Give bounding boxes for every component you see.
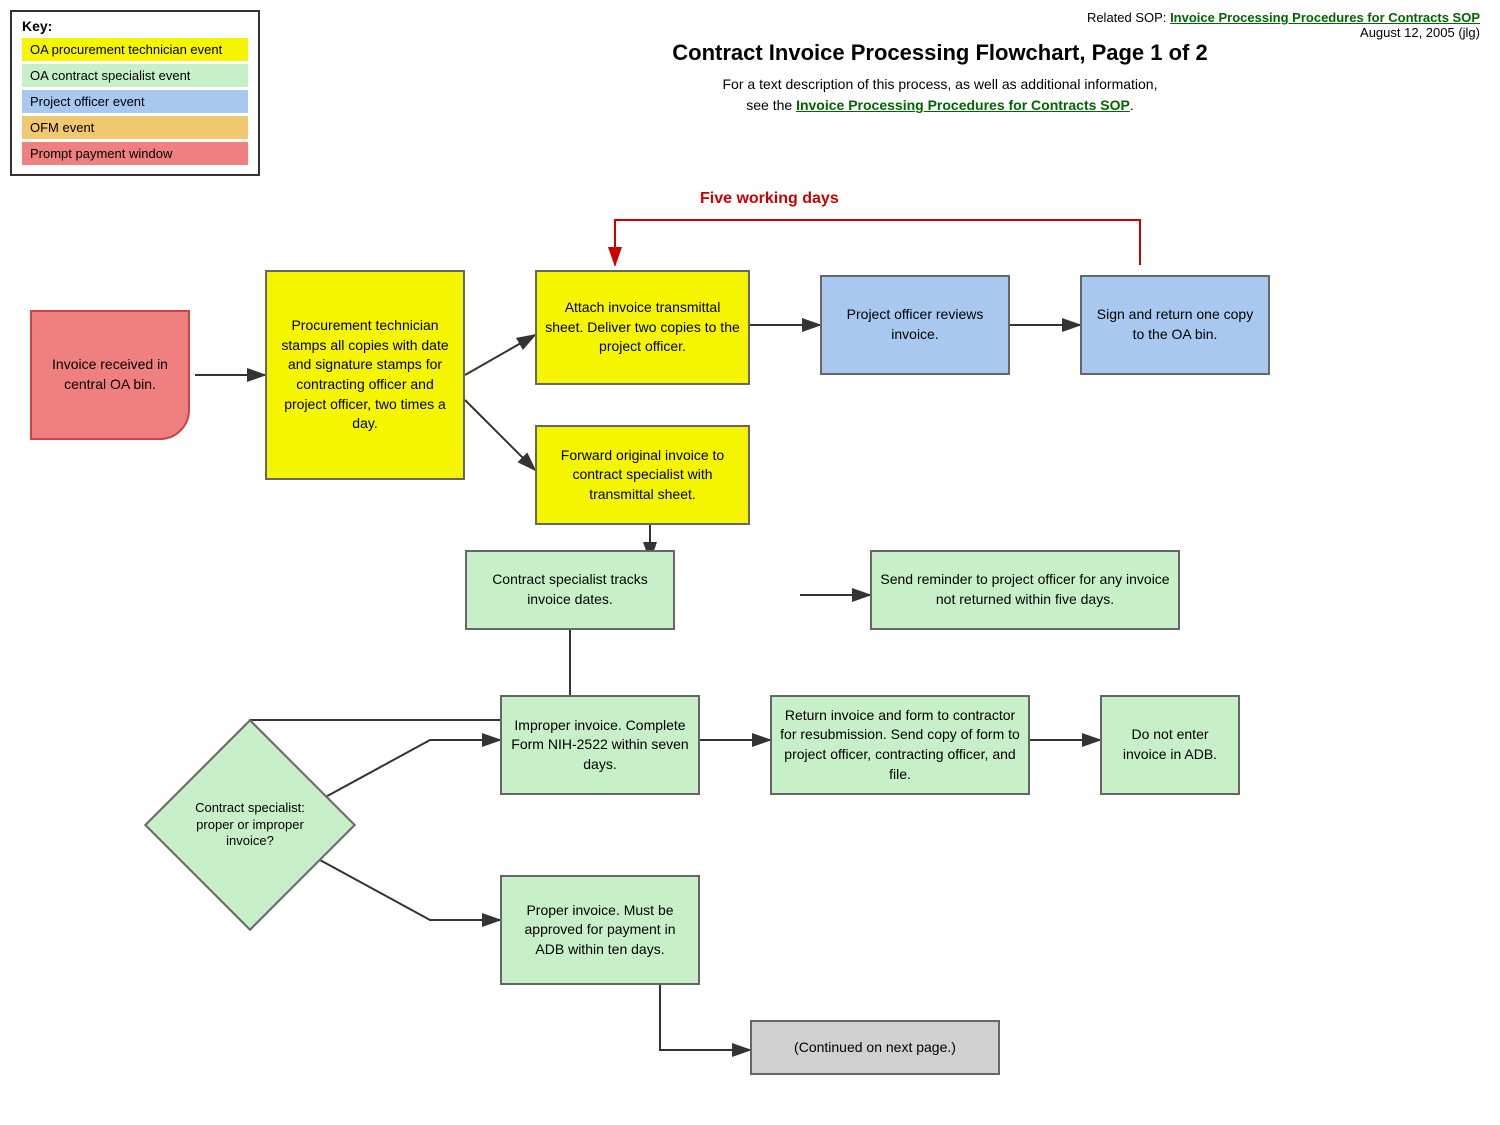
diamond-text: Contract specialist: proper or improper … — [190, 800, 310, 851]
continued-box: (Continued on next page.) — [750, 1020, 1000, 1075]
attach-transmittal-box: Attach invoice transmittal sheet. Delive… — [535, 270, 750, 385]
subtitle-end: . — [1130, 97, 1134, 113]
subtitle-line2: see the — [746, 97, 792, 113]
legend-box: Key: OA procurement technician event OA … — [10, 10, 260, 176]
invoice-received-box: Invoice received in central OA bin. — [30, 310, 190, 440]
page-title-area: Contract Invoice Processing Flowchart, P… — [400, 40, 1480, 116]
legend-item-ofm: OFM event — [22, 116, 248, 139]
contract-specialist-tracks-box: Contract specialist tracks invoice dates… — [465, 550, 675, 630]
subtitle: For a text description of this process, … — [400, 74, 1480, 116]
flowchart-area: Five working days Invoice received in ce… — [0, 160, 1500, 1125]
send-reminder-box: Send reminder to project officer for any… — [870, 550, 1180, 630]
legend-item-project-officer: Project officer event — [22, 90, 248, 113]
project-officer-reviews-box: Project officer reviews invoice. — [820, 275, 1010, 375]
legend-item-procurement: OA procurement technician event — [22, 38, 248, 61]
subtitle-link[interactable]: Invoice Processing Procedures for Contra… — [796, 97, 1130, 113]
procurement-technician-box: Procurement technician stamps all copies… — [265, 270, 465, 480]
legend-title: Key: — [22, 18, 248, 34]
sign-return-box: Sign and return one copy to the OA bin. — [1080, 275, 1270, 375]
proper-invoice-box: Proper invoice. Must be approved for pay… — [500, 875, 700, 985]
arrows-svg — [0, 160, 1500, 1125]
sop-link[interactable]: Invoice Processing Procedures for Contra… — [1170, 10, 1480, 25]
subtitle-line1: For a text description of this process, … — [723, 76, 1158, 92]
page-title: Contract Invoice Processing Flowchart, P… — [400, 40, 1480, 66]
diamond-container: Contract specialist: proper or improper … — [160, 735, 340, 915]
related-sop-text: Related SOP: Invoice Processing Procedur… — [1087, 10, 1480, 25]
five-working-days-label: Five working days — [700, 190, 839, 208]
return-invoice-box: Return invoice and form to contractor fo… — [770, 695, 1030, 795]
legend-item-specialist: OA contract specialist event — [22, 64, 248, 87]
improper-invoice-box: Improper invoice. Complete Form NIH-2522… — [500, 695, 700, 795]
do-not-enter-box: Do not enter invoice in ADB. — [1100, 695, 1240, 795]
related-sop-label: Related SOP: — [1087, 10, 1167, 25]
header-area: Related SOP: Invoice Processing Procedur… — [1087, 10, 1480, 40]
forward-original-box: Forward original invoice to contract spe… — [535, 425, 750, 525]
date-text: August 12, 2005 (jlg) — [1087, 25, 1480, 40]
